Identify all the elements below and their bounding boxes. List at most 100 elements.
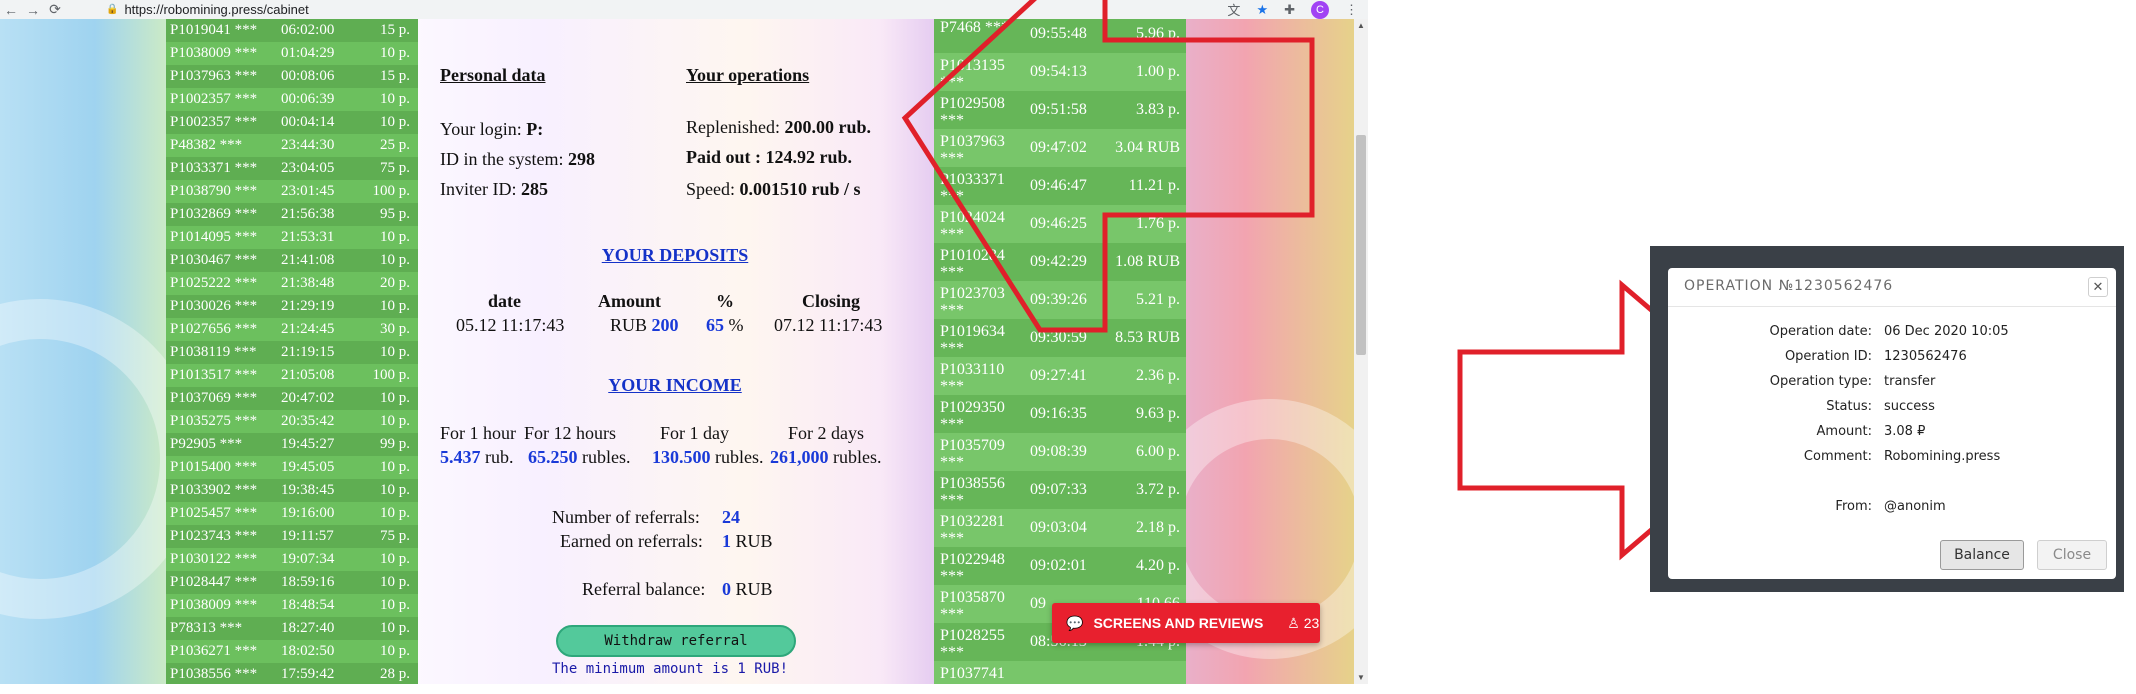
ticker-row: P1038009 *** 18:48:54 10 p. bbox=[166, 594, 418, 617]
extensions-puzzle-icon[interactable]: ✚ bbox=[1284, 2, 1295, 18]
ticker-login: P1038556 *** bbox=[940, 475, 1005, 509]
ticker-time: 09:27:41 bbox=[1030, 367, 1087, 384]
ticker-login: P1033371 *** bbox=[940, 171, 1005, 205]
ticker-amount: 9.63 p. bbox=[1136, 405, 1180, 422]
income-label-2d: For 2 days bbox=[788, 423, 864, 443]
ticker-login: P1022948 *** bbox=[940, 551, 1005, 585]
ticker-time: 18:48:54 bbox=[281, 597, 335, 613]
menu-kebab-icon[interactable]: ⋮ bbox=[1345, 2, 1358, 18]
ticker-time: 09:16:35 bbox=[1030, 405, 1087, 422]
ticker-time: 09:55:48 bbox=[1030, 25, 1087, 42]
ticker-row: P48382 *** 23:44:30 25 p. bbox=[166, 134, 418, 157]
scroll-up-icon[interactable]: ▲ bbox=[1354, 21, 1368, 30]
ticker-row: P1013135 *** 09:54:13 1.00 p. bbox=[934, 53, 1186, 91]
url-field[interactable]: 🔒 https://robomining.press/cabinet bbox=[106, 1, 1227, 18]
ticker-time: 17:59:42 bbox=[281, 666, 335, 682]
screens-and-reviews-button[interactable]: 💬 SCREENS AND REVIEWS ♙ 23 bbox=[1052, 603, 1320, 643]
ticker-time: 09:54:13 bbox=[1030, 63, 1087, 80]
deposit-amount-value: 200 bbox=[651, 315, 679, 335]
ticker-login: P1038790 *** bbox=[170, 183, 258, 199]
deposit-currency: RUB bbox=[610, 315, 648, 335]
ticker-amount: 25 p. bbox=[380, 137, 410, 153]
referrals-earned-unit: RUB bbox=[735, 531, 773, 551]
ticker-row: P1032281 *** 09:03:04 2.18 p. bbox=[934, 509, 1186, 547]
ticker-row: P1037963 *** 09:47:02 3.04 RUB bbox=[934, 129, 1186, 167]
ticker-row: P1037963 *** 00:08:06 15 p. bbox=[166, 65, 418, 88]
reload-icon[interactable]: ⟳ bbox=[44, 1, 66, 18]
your-deposits-title[interactable]: YOUR DEPOSITS bbox=[420, 245, 930, 266]
ticker-row: P1013517 *** 21:05:08 100 p. bbox=[166, 364, 418, 387]
cabinet-panel: Personal data Your login: P: ID in the s… bbox=[420, 19, 930, 684]
operation-date-label: Operation date: bbox=[1769, 324, 1872, 339]
ticker-row: P1033902 *** 19:38:45 10 p. bbox=[166, 479, 418, 502]
ticker-time: 23:04:05 bbox=[281, 160, 335, 176]
ticker-amount: 10 p. bbox=[380, 229, 410, 245]
ticker-amount: 2.18 p. bbox=[1136, 519, 1180, 536]
page-scrollbar[interactable]: ▲ ▼ bbox=[1354, 19, 1368, 684]
paid-out-value: : 124.92 rub. bbox=[755, 147, 853, 167]
income-1d-unit: rubles. bbox=[715, 447, 764, 467]
ticker-time: 09:39:26 bbox=[1030, 291, 1087, 308]
ticker-row: P1019041 *** 06:02:00 15 p. bbox=[166, 19, 418, 42]
from-label: From: bbox=[1835, 499, 1872, 514]
referrals-earned-label: Earned on referrals: bbox=[560, 531, 703, 551]
lock-icon[interactable]: 🔒 bbox=[106, 4, 118, 15]
ticker-amount: 4.20 p. bbox=[1136, 557, 1180, 574]
ticker-time: 19:45:27 bbox=[281, 436, 335, 452]
paid-out-label: Paid out bbox=[686, 147, 751, 167]
ticker-row: P1025222 *** 21:38:48 20 p. bbox=[166, 272, 418, 295]
scroll-down-icon[interactable]: ▼ bbox=[1354, 673, 1368, 682]
ticker-amount: 75 p. bbox=[380, 160, 410, 176]
ticker-login: P1032869 *** bbox=[170, 206, 258, 222]
deposit-percent-sign: % bbox=[728, 315, 744, 335]
ticker-amount: 3.72 p. bbox=[1136, 481, 1180, 498]
income-1d-amount: 130.500 bbox=[652, 447, 711, 467]
ticker-time: 18:59:16 bbox=[281, 574, 335, 590]
balance-button[interactable]: Balance bbox=[1940, 540, 2024, 570]
income-1h-unit: rub. bbox=[485, 447, 514, 467]
ticker-row: P1030467 *** 21:41:08 10 p. bbox=[166, 249, 418, 272]
income-value-1d: 130.500 rubles. bbox=[652, 447, 764, 468]
ticker-time: 21:29:19 bbox=[281, 298, 335, 314]
screens-and-reviews-label: SCREENS AND REVIEWS bbox=[1093, 615, 1264, 631]
ticker-amount: 75 p. bbox=[380, 528, 410, 544]
translate-icon[interactable]: 文 bbox=[1227, 0, 1240, 19]
speed-label: Speed: bbox=[686, 179, 735, 199]
ticker-row: P1029508 *** 09:51:58 3.83 p. bbox=[934, 91, 1186, 129]
ticker-row: P1002357 *** 00:04:14 10 p. bbox=[166, 111, 418, 134]
amount-row: Amount: 3.08 ₽ bbox=[1668, 424, 2116, 439]
back-icon[interactable]: ← bbox=[0, 2, 22, 18]
your-income-title[interactable]: YOUR INCOME bbox=[420, 375, 930, 396]
profile-avatar[interactable]: C bbox=[1311, 0, 1329, 19]
ticker-time: 09:08:39 bbox=[1030, 443, 1087, 460]
income-2d-amount: 261,000 bbox=[770, 447, 829, 467]
browser-window: ← → ⟳ 🔒 https://robomining.press/cabinet… bbox=[0, 0, 1368, 694]
login-line: Your login: P: bbox=[440, 119, 543, 140]
deposits-header-date: date bbox=[488, 291, 521, 311]
ticker-amount: 10 p. bbox=[380, 114, 410, 130]
ticker-amount: 99 p. bbox=[380, 436, 410, 452]
ticker-time: 00:08:06 bbox=[281, 68, 335, 84]
operation-date-value: 06 Dec 2020 10:05 bbox=[1884, 324, 2009, 339]
ticker-amount: 10 p. bbox=[380, 597, 410, 613]
ticker-row: P1023703 *** 09:39:26 5.21 p. bbox=[934, 281, 1186, 319]
close-button[interactable]: Close bbox=[2037, 540, 2107, 570]
ticker-amount: 10 p. bbox=[380, 298, 410, 314]
ticker-amount: 10 p. bbox=[380, 344, 410, 360]
page-viewport: P1019041 *** 06:02:00 15 p. P1038009 *** 01:… bbox=[0, 19, 1354, 684]
forward-icon[interactable]: → bbox=[22, 2, 44, 18]
ticker-amount: 11.21 p. bbox=[1128, 177, 1180, 194]
ticker-amount: 3.83 p. bbox=[1136, 101, 1180, 118]
ticker-login: P1033371 *** bbox=[170, 160, 258, 176]
ticker-login: P1029350 *** bbox=[940, 399, 1005, 433]
scrollbar-thumb[interactable] bbox=[1356, 135, 1366, 355]
url-text[interactable]: https://robomining.press/cabinet bbox=[124, 2, 308, 17]
withdraw-referral-button[interactable]: Withdraw referral bbox=[556, 625, 796, 657]
income-value-12h: 65.250 rubles. bbox=[528, 447, 631, 468]
ticker-time: 09:46:25 bbox=[1030, 215, 1087, 232]
ticker-row: P1027656 *** 21:24:45 30 p. bbox=[166, 318, 418, 341]
bookmark-star-icon[interactable]: ★ bbox=[1256, 2, 1268, 18]
ticker-amount: 10 p. bbox=[380, 459, 410, 475]
close-icon[interactable]: ✕ bbox=[2088, 277, 2108, 297]
ticker-time: 21:53:31 bbox=[281, 229, 335, 245]
